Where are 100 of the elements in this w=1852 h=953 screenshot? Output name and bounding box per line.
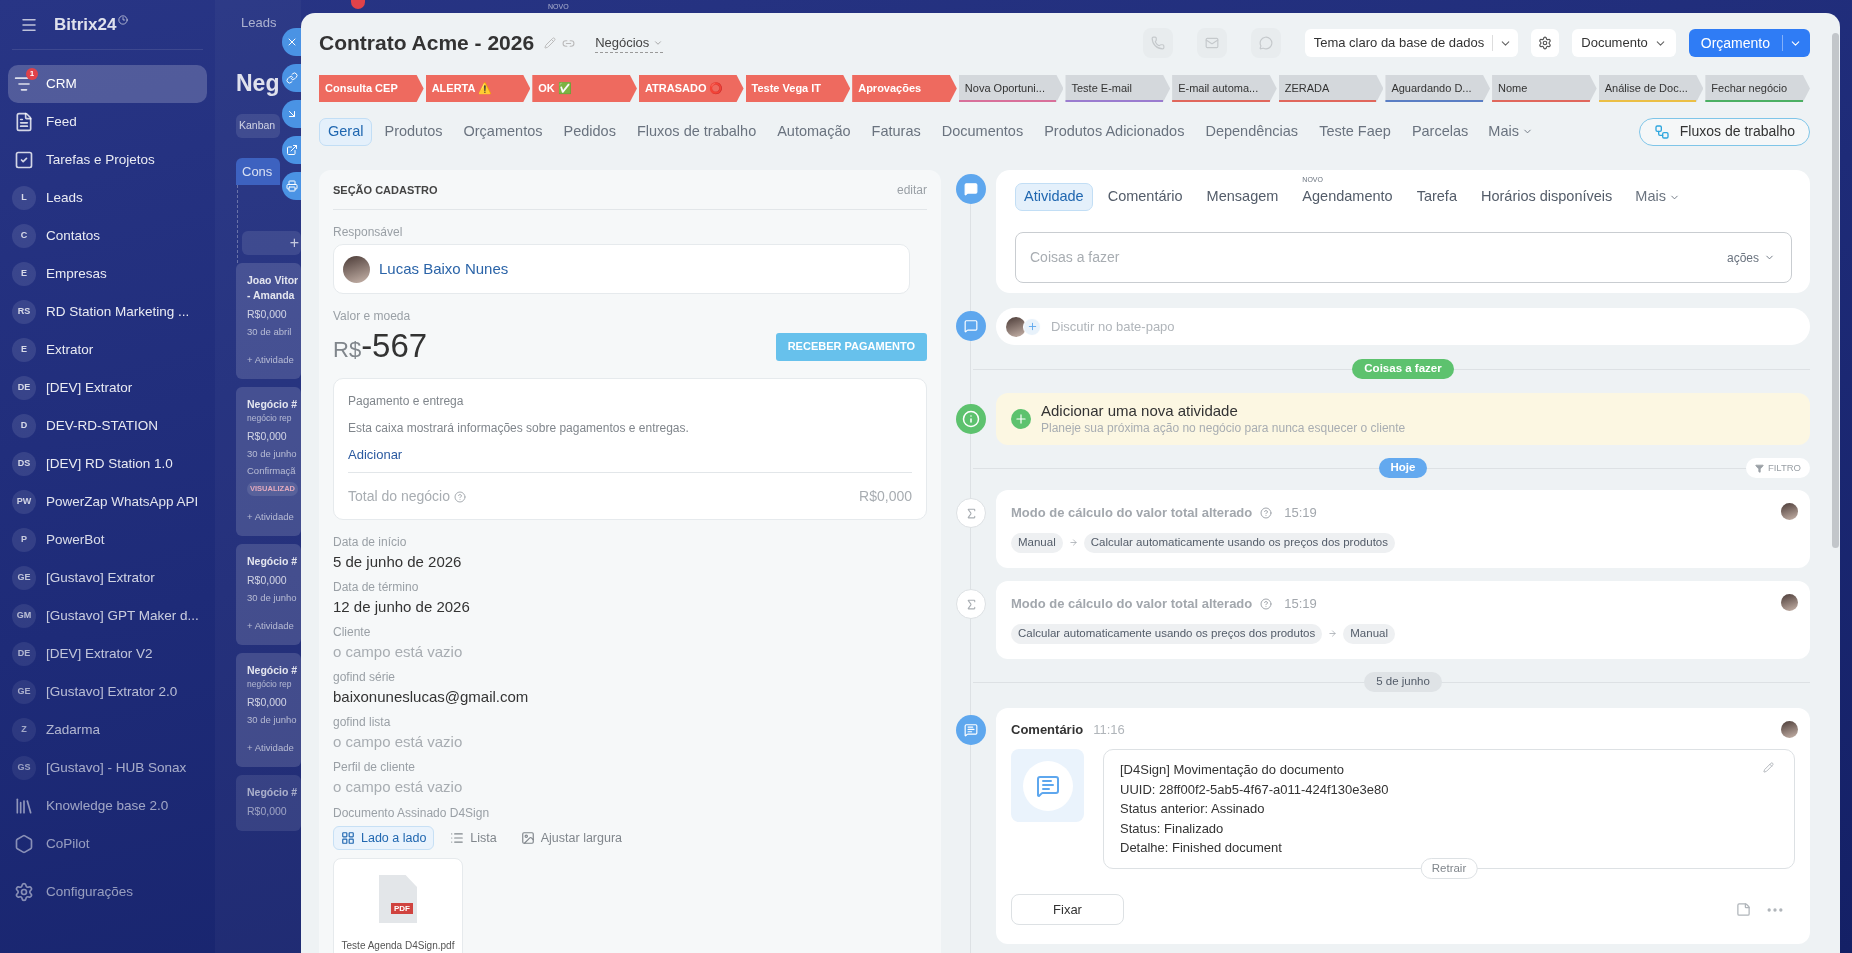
tab[interactable]: Geral: [319, 117, 373, 146]
collapse-button[interactable]: Retrair: [1420, 858, 1478, 879]
theme-select[interactable]: Tema claro da base de dados: [1304, 29, 1519, 57]
workflows-button[interactable]: Fluxos de trabalho: [1638, 117, 1810, 146]
composer-tab[interactable]: Comentário: [1098, 183, 1192, 211]
pipeline-stage[interactable]: ZERADA: [1278, 75, 1384, 102]
sidebar-item[interactable]: DE [DEV] Extrator V2: [8, 635, 207, 673]
pin-button[interactable]: Fixar: [1011, 894, 1124, 925]
add-activity-link[interactable]: + Atividade: [247, 741, 294, 755]
help-icon[interactable]: [1260, 597, 1273, 610]
add-activity-link[interactable]: + Atividade: [247, 353, 294, 367]
pipeline-stage[interactable]: Nova Oportuni...: [958, 75, 1064, 102]
sidebar-item[interactable]: Knowledge base 2.0: [8, 787, 207, 825]
more-tab[interactable]: Mais: [1627, 183, 1688, 211]
todo-input[interactable]: Coisas a fazer ações: [1015, 232, 1792, 283]
sidebar-item[interactable]: L Leads: [8, 179, 207, 217]
more-tab[interactable]: Mais: [1480, 117, 1541, 146]
sidebar-item[interactable]: C Contatos: [8, 217, 207, 255]
sidebar-item[interactable]: E Extrator: [8, 331, 207, 369]
help-icon[interactable]: [453, 490, 466, 503]
view-toggle[interactable]: Lado a lado: [333, 826, 435, 850]
pipeline-stage[interactable]: ALERTA ⚠: [425, 75, 531, 102]
tab[interactable]: Automação: [768, 117, 860, 146]
pipeline-stage[interactable]: Fechar negócio: [1705, 75, 1810, 102]
tab[interactable]: Dependências: [1196, 117, 1308, 146]
sidebar-item[interactable]: Configurações: [8, 873, 207, 911]
tab[interactable]: Produtos Adicionados: [1035, 117, 1194, 146]
tab[interactable]: Produtos: [375, 117, 452, 146]
minimize-button[interactable]: [282, 100, 301, 128]
add-link[interactable]: Adicionar: [348, 447, 403, 463]
close-button[interactable]: [282, 28, 301, 56]
pipeline-stage[interactable]: Consulta CEP: [319, 75, 424, 102]
tab[interactable]: Fluxos de trabalho: [627, 117, 766, 146]
copy-link-button[interactable]: [282, 64, 301, 92]
pencil-icon[interactable]: [1763, 762, 1774, 773]
tab[interactable]: Pedidos: [554, 117, 625, 146]
add-activity-card[interactable]: Adicionar uma nova atividade Planeje sua próxima ação no negócio para nunca esquecer o cliente: [996, 393, 1810, 445]
responsible-field[interactable]: Lucas Baixo Nunes: [333, 244, 910, 294]
sidebar-item[interactable]: Feed: [8, 103, 207, 141]
responsible-name[interactable]: Lucas Baixo Nunes: [379, 257, 509, 281]
pencil-icon[interactable]: [544, 37, 557, 49]
actions-dropdown[interactable]: ações: [1726, 248, 1775, 267]
quote-split-button[interactable]: Orçamento: [1688, 29, 1810, 57]
document-dropdown[interactable]: Documento: [1572, 29, 1676, 57]
scrollbar[interactable]: [1832, 33, 1839, 548]
sidebar-item[interactable]: GM [Gustavo] GPT Maker d...: [8, 597, 207, 635]
pipeline-stage[interactable]: E-mail automa...: [1172, 75, 1277, 102]
tab[interactable]: Orçamentos: [454, 117, 552, 146]
composer-tab[interactable]: Atividade: [1015, 183, 1093, 211]
help-icon[interactable]: [1260, 506, 1273, 519]
sidebar-item[interactable]: RS RD Station Marketing ...: [8, 293, 207, 331]
sidebar-item[interactable]: D DEV-RD-STATION: [8, 407, 207, 445]
pipeline-stage[interactable]: Análise de Doc...: [1598, 75, 1704, 102]
pipeline-stage[interactable]: Teste E-mail: [1065, 75, 1171, 102]
logo[interactable]: Bitrix24: [54, 11, 117, 38]
sidebar-item[interactable]: GS [Gustavo] - HUB Sonax: [8, 749, 207, 787]
sidebar-item[interactable]: E Empresas: [8, 255, 207, 293]
view-toggle[interactable]: Ajustar largura: [512, 826, 631, 850]
column-header[interactable]: Cons: [236, 158, 280, 185]
composer-tab[interactable]: Agendamento: [1293, 183, 1402, 211]
pipeline-stage[interactable]: OK ✅: [532, 75, 637, 102]
view-button[interactable]: Kanban: [236, 114, 280, 138]
add-activity-link[interactable]: + Atividade: [247, 510, 294, 524]
view-toggle[interactable]: Lista: [442, 826, 505, 850]
kanban-card[interactable]: Negócio # R$0,000: [236, 775, 301, 831]
sidebar-item[interactable]: PW PowerZap WhatsApp API: [8, 483, 207, 521]
kanban-card[interactable]: Joao Vitor - Amanda R$0,000 30 de abril + Atividade: [236, 263, 301, 379]
sidebar-item[interactable]: DE [DEV] Extrator: [8, 369, 207, 407]
add-card-button[interactable]: +: [242, 231, 301, 255]
sidebar-item[interactable]: Tarefas e Projetos: [8, 141, 207, 179]
pipeline-stage[interactable]: Nome: [1492, 75, 1597, 102]
top-tab[interactable]: Leads: [241, 13, 277, 33]
sidebar-item[interactable]: CoPilot: [8, 825, 207, 863]
pipeline-stage[interactable]: Aprovações: [852, 75, 957, 102]
tab[interactable]: Documentos: [932, 117, 1033, 146]
add-activity-link[interactable]: + Atividade: [247, 619, 294, 633]
composer-tab[interactable]: Tarefa: [1407, 183, 1466, 211]
pipeline-stage[interactable]: ATRASADO ⭕: [638, 75, 744, 102]
composer-tab[interactable]: Horários disponíveis: [1471, 183, 1622, 211]
settings-button[interactable]: [1531, 29, 1560, 57]
note-icon[interactable]: [1736, 902, 1751, 917]
sidebar-item[interactable]: P PowerBot: [8, 521, 207, 559]
sidebar-item[interactable]: GE [Gustavo] Extrator 2.0: [8, 673, 207, 711]
pipeline-stage[interactable]: Aguardando D...: [1385, 75, 1491, 102]
print-button[interactable]: [282, 172, 301, 200]
kanban-card[interactable]: Negócio # R$0,000 30 de junho + Atividade: [236, 544, 301, 645]
file-card[interactable]: PDF Teste Agenda D4Sign.pdf: [333, 858, 463, 953]
pipeline-stage[interactable]: Teste Vega IT: [745, 75, 851, 102]
sidebar-item[interactable]: GE [Gustavo] Extrator: [8, 559, 207, 597]
open-new-window-button[interactable]: [282, 136, 301, 164]
sidebar-item[interactable]: DS [DEV] RD Station 1.0: [8, 445, 207, 483]
sidebar-item[interactable]: 1 CRM: [8, 65, 207, 103]
tab[interactable]: Faturas: [862, 117, 930, 146]
composer-tab[interactable]: Mensagem: [1197, 183, 1288, 211]
tab[interactable]: Teste Faep: [1310, 117, 1400, 146]
category-dropdown[interactable]: Negócios: [595, 32, 664, 54]
tab[interactable]: Parcelas: [1402, 117, 1478, 146]
add-participant-icon[interactable]: [1023, 317, 1041, 336]
kanban-card[interactable]: Negócio # negócio rep R$0,000 30 de junho + Atividade: [236, 653, 301, 767]
sidebar-item[interactable]: Z Zadarma: [8, 711, 207, 749]
